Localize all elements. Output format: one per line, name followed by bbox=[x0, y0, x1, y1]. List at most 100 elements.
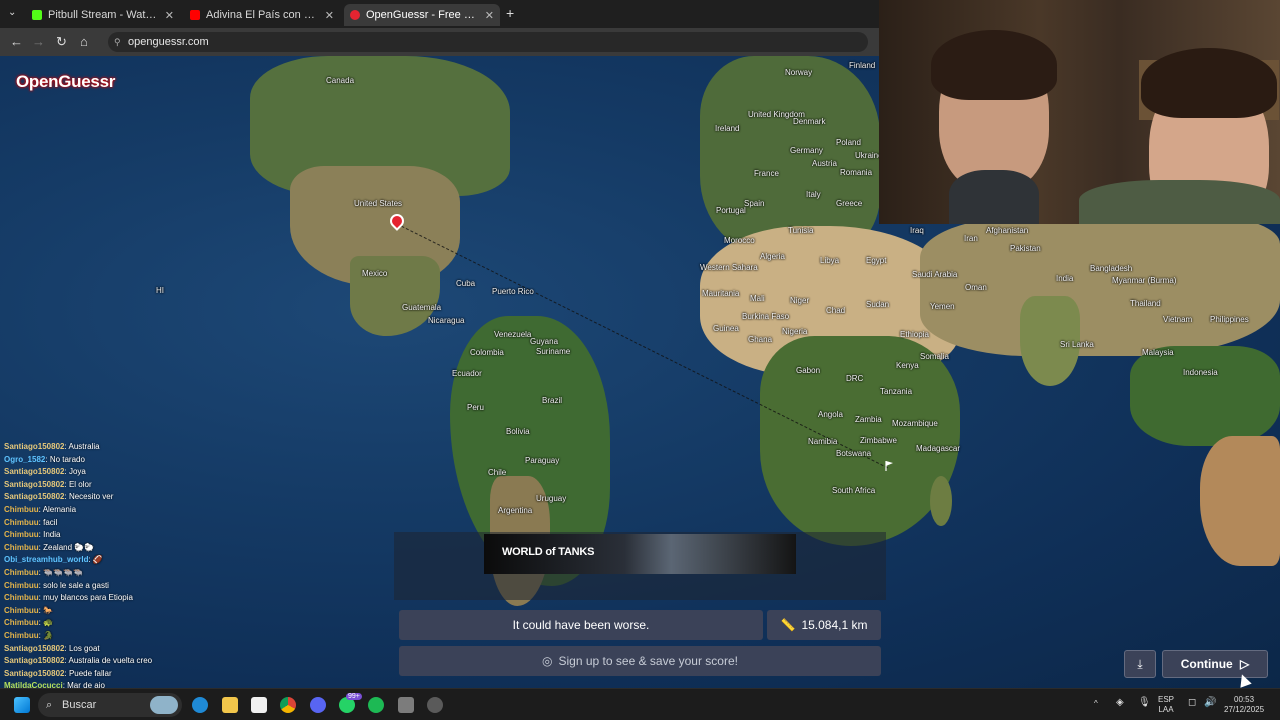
chat-message: Santiago150802: Australia bbox=[4, 441, 204, 454]
app-icon[interactable] bbox=[398, 697, 414, 713]
spotify-icon[interactable] bbox=[368, 697, 384, 713]
map-label: Ecuador bbox=[452, 369, 482, 378]
network-icon[interactable]: ◈ bbox=[1116, 698, 1124, 708]
map-label: Egypt bbox=[866, 256, 887, 265]
tab-openguessr[interactable]: OpenGuessr - Free GeoGuessr ✕ bbox=[344, 4, 500, 26]
tray-overflow-chevron-icon[interactable]: ^ bbox=[1094, 699, 1098, 709]
chat-text: 🐎 bbox=[43, 605, 54, 615]
map-label: Pakistan bbox=[1010, 244, 1041, 253]
clock[interactable]: 00:53 27/12/2025 bbox=[1224, 695, 1264, 715]
chat-message: Chimbuu: Alemania bbox=[4, 504, 204, 517]
home-icon[interactable]: ⌂ bbox=[80, 35, 88, 49]
chat-username[interactable]: Chimbuu bbox=[4, 631, 39, 640]
ad-brand: WORLD of TANKS bbox=[502, 546, 595, 558]
chat-username[interactable]: Chimbuu bbox=[4, 530, 39, 539]
chat-username[interactable]: Santiago150802 bbox=[4, 480, 64, 489]
obs-icon[interactable] bbox=[427, 697, 443, 713]
map-label: HI bbox=[156, 286, 164, 295]
chat-username[interactable]: Santiago150802 bbox=[4, 442, 64, 451]
chrome-icon[interactable] bbox=[280, 697, 296, 713]
tab-close-icon[interactable]: ✕ bbox=[165, 9, 174, 22]
chat-text: 🐊 bbox=[43, 630, 54, 640]
continue-label: Continue bbox=[1180, 657, 1233, 671]
map-label: Morocco bbox=[724, 236, 755, 245]
map-label: Malaysia bbox=[1142, 348, 1174, 357]
new-tab-button[interactable]: + bbox=[506, 6, 514, 20]
chat-username[interactable]: Chimbuu bbox=[4, 543, 39, 552]
chat-text: facil bbox=[43, 517, 58, 527]
chat-username[interactable]: Chimbuu bbox=[4, 505, 39, 514]
map-label: Brazil bbox=[542, 396, 563, 405]
chat-message: Santiago150802: Australia de vuelta creo bbox=[4, 655, 204, 668]
continue-button[interactable]: Continue ▷ bbox=[1162, 650, 1268, 678]
discord-icon[interactable] bbox=[310, 697, 326, 713]
edge-icon[interactable] bbox=[192, 697, 208, 713]
map-label: Denmark bbox=[793, 117, 826, 126]
chat-username[interactable]: Chimbuu bbox=[4, 618, 39, 627]
distance-value: 15.084,1 km bbox=[801, 618, 868, 632]
forward-icon[interactable]: → bbox=[32, 35, 45, 49]
map-label: Libya bbox=[820, 256, 840, 265]
tab-close-icon[interactable]: ✕ bbox=[325, 9, 334, 22]
chat-username[interactable]: Santiago150802 bbox=[4, 656, 64, 665]
download-button[interactable]: ⤓ bbox=[1124, 650, 1156, 678]
signup-button[interactable]: ◎ Sign up to see & save your score! bbox=[399, 646, 881, 676]
microphone-icon[interactable]: 🎙 bbox=[1138, 698, 1151, 708]
chat-username[interactable]: Chimbuu bbox=[4, 581, 39, 590]
chat-text: muy blancos para Etiopia bbox=[43, 593, 133, 603]
openguessr-logo[interactable]: OpenGuessr bbox=[16, 72, 115, 92]
chat-text: solo le sale a gasti bbox=[43, 580, 109, 590]
result-message: It could have been worse. bbox=[399, 610, 763, 640]
site-info-icon[interactable]: ⚲ bbox=[114, 32, 121, 52]
tab-pitbull-stream[interactable]: Pitbull Stream - Watch Live ✕ bbox=[26, 4, 180, 26]
ad-banner[interactable]: WORLD of TANKS bbox=[484, 534, 796, 574]
map-label: Tunisia bbox=[788, 226, 814, 235]
language-indicator[interactable]: ESP LAA bbox=[1158, 695, 1174, 715]
streamer-hair-left bbox=[931, 30, 1057, 100]
map-label: Puerto Rico bbox=[492, 287, 534, 296]
map-label: South Africa bbox=[832, 486, 876, 495]
windows-start-icon[interactable] bbox=[14, 697, 30, 713]
map-label: Mozambique bbox=[892, 419, 938, 428]
store-icon[interactable] bbox=[251, 697, 267, 713]
chat-message: Chimbuu: facil bbox=[4, 517, 204, 530]
chat-username[interactable]: Santiago150802 bbox=[4, 644, 64, 653]
correct-location-flag-icon bbox=[885, 461, 893, 471]
back-icon[interactable]: ← bbox=[10, 35, 23, 49]
chat-username[interactable]: Santiago150802 bbox=[4, 467, 64, 476]
map-label: Tanzania bbox=[880, 387, 913, 396]
tab-close-icon[interactable]: ✕ bbox=[485, 9, 494, 22]
youtube-icon bbox=[190, 10, 200, 20]
map-label: Nicaragua bbox=[428, 316, 465, 325]
tab-adivina-pais[interactable]: Adivina El País con Gaspi - YouT ✕ bbox=[184, 4, 340, 26]
chat-username[interactable]: Obi_streamhub_world bbox=[4, 555, 88, 564]
tab-title: Pitbull Stream - Watch Live bbox=[48, 9, 159, 21]
reload-icon[interactable]: ↻ bbox=[56, 35, 67, 49]
headphones-left bbox=[949, 170, 1039, 224]
chat-username[interactable]: Chimbuu bbox=[4, 606, 39, 615]
url-field[interactable]: ⚲ openguessr.com bbox=[108, 32, 868, 52]
map-label: Gabon bbox=[796, 366, 821, 375]
chat-username[interactable]: Ogro_1582 bbox=[4, 455, 45, 464]
chat-username[interactable]: Chimbuu bbox=[4, 568, 39, 577]
map-label: Venezuela bbox=[494, 330, 532, 339]
map-label: Norway bbox=[785, 68, 813, 77]
chat-username[interactable]: Santiago150802 bbox=[4, 669, 64, 678]
volume-icon[interactable]: 🔊 bbox=[1204, 698, 1216, 708]
chat-username[interactable]: Chimbuu bbox=[4, 518, 39, 527]
map-label: France bbox=[754, 169, 779, 178]
chat-username[interactable]: Chimbuu bbox=[4, 593, 39, 602]
weather-widget-icon[interactable] bbox=[150, 696, 178, 714]
chat-text: El olor bbox=[68, 479, 92, 489]
chat-username[interactable]: Santiago150802 bbox=[4, 492, 64, 501]
tab-list-chevron-icon[interactable]: ⌄ bbox=[8, 6, 16, 20]
notification-badge: 99+ bbox=[346, 693, 362, 700]
map-label: Botswana bbox=[836, 449, 872, 458]
map-label: DRC bbox=[846, 374, 864, 383]
wifi-icon[interactable]: ◻ bbox=[1188, 698, 1196, 708]
map-label: Suriname bbox=[536, 347, 571, 356]
map-label: Germany bbox=[790, 146, 823, 155]
map-label: Ireland bbox=[715, 124, 740, 133]
file-explorer-icon[interactable] bbox=[222, 697, 238, 713]
chat-message: Chimbuu: Zealand 🐑🐑 bbox=[4, 542, 204, 555]
